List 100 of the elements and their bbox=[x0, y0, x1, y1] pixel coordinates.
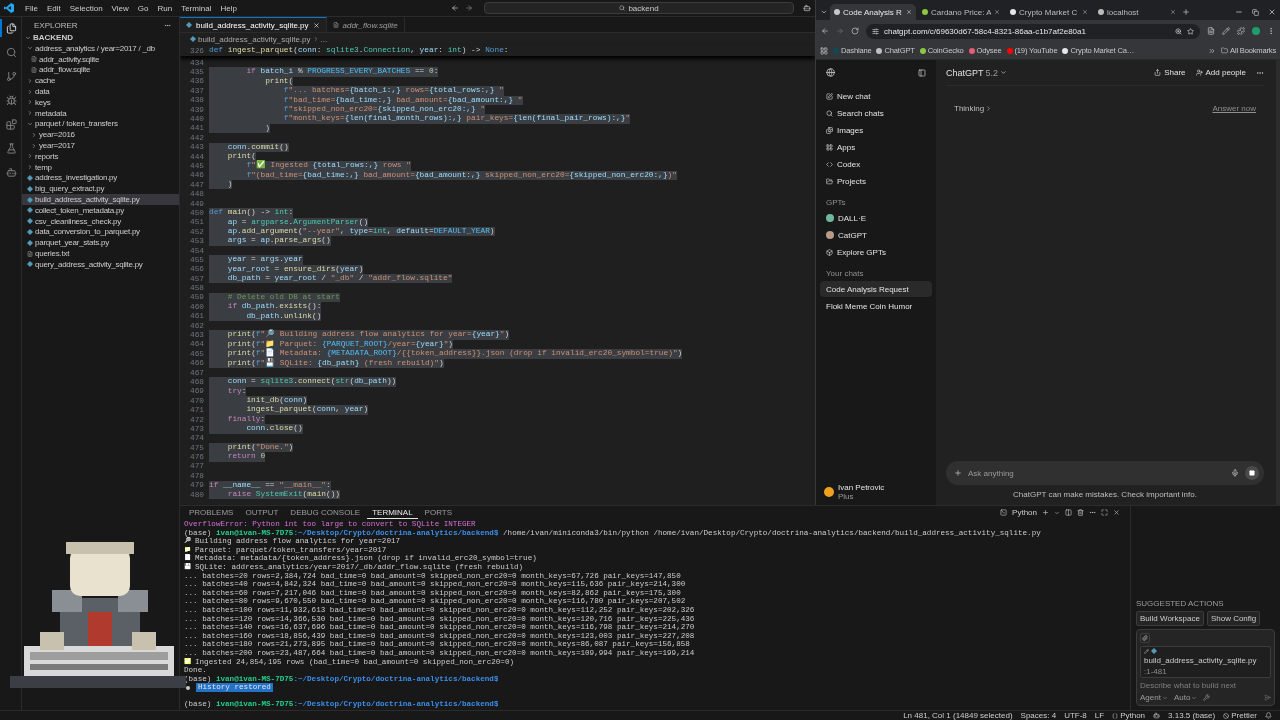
tree-item[interactable]: year=2017 bbox=[22, 140, 179, 151]
tree-item[interactable]: csv_cleanliness_check.py bbox=[22, 215, 179, 227]
bell-icon[interactable] bbox=[1265, 712, 1272, 719]
menu-item[interactable]: Run bbox=[153, 2, 177, 14]
robot-icon[interactable] bbox=[803, 4, 811, 12]
tree-item[interactable]: metadata bbox=[22, 107, 179, 119]
status-item[interactable]: 3.13.5 (base) bbox=[1168, 711, 1216, 720]
status-item[interactable]: Ln 481, Col 1 (14849 selected) bbox=[903, 711, 1013, 720]
search-field[interactable]: backend bbox=[484, 2, 794, 14]
close-icon[interactable] bbox=[1268, 8, 1276, 16]
tree-item[interactable]: cache bbox=[22, 75, 179, 87]
tools-icon[interactable] bbox=[1203, 694, 1211, 701]
tree-item[interactable]: parquet / token_transfers bbox=[22, 118, 179, 130]
message-box[interactable]: Ask anything bbox=[946, 461, 1264, 485]
action-button[interactable]: Show Config bbox=[1206, 611, 1261, 626]
chevron-down-icon[interactable] bbox=[1054, 509, 1060, 516]
tree-item[interactable]: addr_activity.sqlite bbox=[22, 53, 179, 65]
panel-tab[interactable]: TERMINAL bbox=[367, 506, 418, 519]
plus-icon[interactable] bbox=[954, 469, 962, 477]
split-icon[interactable] bbox=[1065, 509, 1072, 516]
menu-item[interactable]: File bbox=[21, 2, 42, 14]
stop-button[interactable] bbox=[1245, 466, 1259, 480]
close-icon[interactable] bbox=[1113, 509, 1120, 516]
attach-button[interactable] bbox=[1140, 633, 1150, 643]
tree-item[interactable]: queries.txt bbox=[22, 248, 179, 259]
prompt-field[interactable]: Describe what to build next bbox=[1140, 681, 1271, 690]
more-bookmarks-icon[interactable] bbox=[1208, 46, 1217, 55]
trash-icon[interactable] bbox=[1077, 509, 1084, 516]
panel-tab[interactable]: PORTS bbox=[419, 506, 458, 519]
panel-tab[interactable]: PROBLEMS bbox=[184, 506, 239, 519]
puzzle-icon[interactable] bbox=[1237, 27, 1245, 35]
tree-item[interactable]: address_analytics / year=2017 / _db bbox=[22, 43, 179, 54]
chat-item[interactable]: Code Analysis Request bbox=[820, 281, 932, 297]
breadcrumb[interactable]: build_address_activity_sqlite.py bbox=[198, 34, 311, 44]
gpt-item[interactable]: DALL·E bbox=[820, 210, 932, 226]
browser-tab[interactable]: localhost bbox=[1094, 4, 1180, 20]
nav-item[interactable]: New chat bbox=[820, 88, 932, 104]
nav-item[interactable]: Search chats bbox=[820, 105, 932, 121]
menu-item[interactable]: Edit bbox=[42, 2, 65, 14]
share-button[interactable]: Share bbox=[1154, 68, 1186, 77]
language-status[interactable]: Python bbox=[1112, 711, 1146, 720]
tree-item[interactable]: address_investigation.py bbox=[22, 172, 179, 184]
close-icon[interactable] bbox=[1170, 9, 1176, 15]
model-picker[interactable]: ChatGPT 5.2 bbox=[946, 67, 1008, 78]
model-picker[interactable]: Auto bbox=[1173, 693, 1198, 702]
nav-item[interactable]: Projects bbox=[820, 173, 932, 189]
prettier-status[interactable]: Prettier bbox=[1223, 711, 1257, 720]
tree-item[interactable]: parquet_year_stats.py bbox=[22, 237, 179, 249]
status-item[interactable]: LF bbox=[1094, 711, 1105, 720]
menu-item[interactable]: View bbox=[107, 2, 133, 14]
action-button[interactable]: Build Workspace bbox=[1136, 611, 1204, 626]
context-chip[interactable]: build_address_activity_sqlite.py :1-481 bbox=[1140, 646, 1271, 678]
tree-item[interactable]: reports bbox=[22, 150, 179, 162]
tree-item[interactable]: keys bbox=[22, 97, 179, 108]
gpt-item[interactable]: Explore GPTs bbox=[820, 244, 932, 260]
browser-tab[interactable]: Cardano Price: A bbox=[918, 4, 1004, 20]
answer-now-link[interactable]: Answer now bbox=[1212, 104, 1256, 113]
tree-item[interactable]: query_address_activity_sqlite.py bbox=[22, 258, 179, 270]
plus-icon[interactable] bbox=[1042, 509, 1049, 516]
menu-item[interactable]: Selection bbox=[65, 2, 107, 14]
back-icon[interactable] bbox=[821, 27, 829, 35]
mode-picker[interactable]: Agent bbox=[1140, 693, 1168, 702]
tree-item[interactable]: data_conversion_to_parquet.py bbox=[22, 226, 179, 238]
thinking-toggle[interactable]: Thinking bbox=[954, 104, 993, 113]
mic-icon[interactable] bbox=[1231, 469, 1239, 477]
tree-item[interactable]: big_query_extract.py bbox=[22, 183, 179, 195]
menu-icon[interactable] bbox=[1267, 27, 1275, 35]
robot-icon[interactable] bbox=[1153, 712, 1161, 719]
tree-item[interactable]: data bbox=[22, 86, 179, 97]
tree-item[interactable]: temp bbox=[22, 161, 179, 173]
browser-tab[interactable]: Code Analysis R bbox=[830, 4, 916, 20]
address-bar[interactable]: chatgpt.com/c/69630d67-58c4-8321-86aa-c1b7af2e80a1 bbox=[866, 23, 1200, 39]
breadcrumb[interactable]: ... bbox=[320, 34, 328, 44]
back-icon[interactable] bbox=[451, 4, 459, 12]
browser-tab[interactable]: Crypto Market C bbox=[1006, 4, 1092, 20]
apps-icon[interactable] bbox=[820, 46, 828, 55]
tree-item[interactable]: addr_flow.sqlite bbox=[22, 64, 179, 76]
forward-icon[interactable] bbox=[465, 4, 473, 12]
menu-item[interactable]: Go bbox=[133, 2, 153, 14]
new-tab-icon[interactable] bbox=[1182, 8, 1190, 16]
panel-tab[interactable]: DEBUG CONSOLE bbox=[285, 506, 366, 519]
pen-icon[interactable] bbox=[1222, 27, 1230, 35]
nav-item[interactable]: Images bbox=[820, 122, 932, 138]
close-icon[interactable] bbox=[1082, 9, 1088, 15]
minimize-icon[interactable] bbox=[1235, 8, 1243, 16]
close-icon[interactable] bbox=[994, 9, 1000, 15]
terminal-name[interactable]: Python bbox=[1012, 508, 1037, 517]
status-item[interactable]: Spaces: 4 bbox=[1020, 711, 1057, 720]
status-item[interactable]: UTF-8 bbox=[1064, 711, 1087, 720]
tree-root[interactable]: BACKEND bbox=[22, 32, 179, 43]
profile-avatar[interactable] bbox=[1252, 27, 1260, 35]
chat-item[interactable]: Floki Meme Coin Humor bbox=[820, 298, 932, 314]
menu-item[interactable]: Terminal bbox=[177, 2, 216, 14]
sidebar-toggle-icon[interactable] bbox=[918, 68, 926, 77]
gpt-item[interactable]: CatGPT bbox=[820, 227, 932, 243]
message-field[interactable]: Ask anything bbox=[968, 468, 1225, 478]
tree-item[interactable]: build_address_activity_sqlite.py bbox=[22, 194, 179, 205]
nav-item[interactable]: Codex bbox=[820, 156, 932, 172]
restore-icon[interactable] bbox=[1252, 8, 1259, 16]
panel-tab[interactable]: OUTPUT bbox=[240, 506, 284, 519]
